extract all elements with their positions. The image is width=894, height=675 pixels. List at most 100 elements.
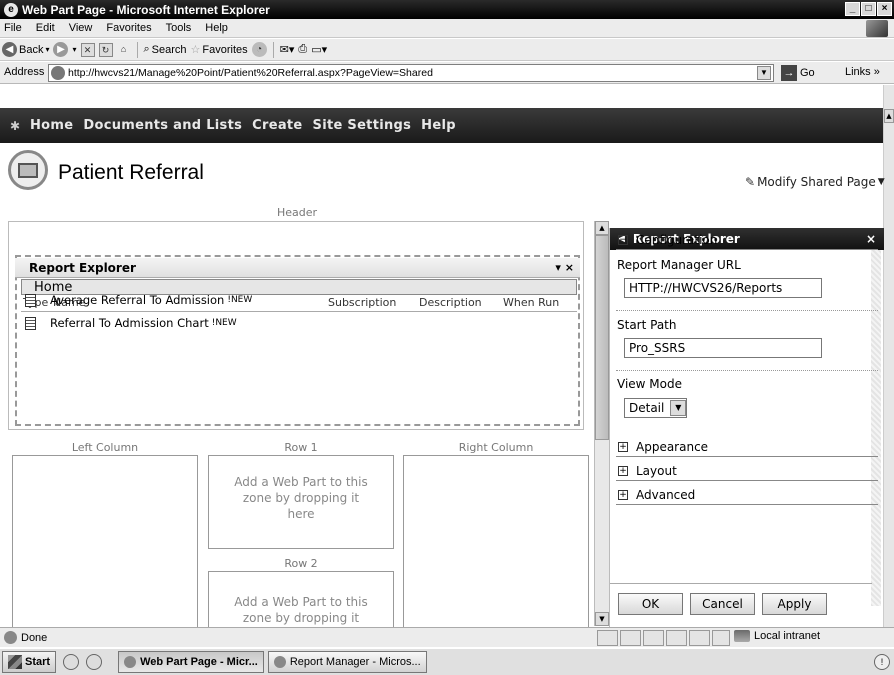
start-path-input[interactable]: Pro_SSRS <box>624 338 822 358</box>
menu-view[interactable]: View <box>69 22 93 34</box>
task-label: Report Manager - Micros... <box>289 656 421 668</box>
expand-icon[interactable]: + <box>618 441 628 452</box>
divider <box>616 310 878 311</box>
menu-edit[interactable]: Edit <box>36 22 55 34</box>
search-icon: ⌕ <box>143 43 150 55</box>
window-titlebar: e Web Part Page - Microsoft Internet Exp… <box>0 0 894 19</box>
toolbar-divider <box>136 41 138 58</box>
mail-icon[interactable]: ✉▾ <box>280 43 295 56</box>
nav-home[interactable]: Home <box>30 118 73 133</box>
go-button[interactable]: → Go <box>781 65 815 81</box>
print-icon[interactable]: ⎙ <box>298 43 307 56</box>
status-cell <box>666 630 687 646</box>
apply-button[interactable]: Apply <box>762 592 827 615</box>
quick-launch-ie-icon[interactable] <box>86 654 103 670</box>
page-done-icon <box>4 631 17 644</box>
advanced-section[interactable]: + Advanced <box>616 485 878 505</box>
address-input[interactable]: http://hwcvs21/Manage%20Point/Patient%20… <box>48 64 774 82</box>
minimize-button[interactable]: _ <box>845 2 860 16</box>
collapse-icon[interactable]: − <box>618 234 628 245</box>
ie-icon <box>273 656 286 668</box>
address-bar: Address http://hwcvs21/Manage%20Point/Pa… <box>0 62 894 84</box>
browser-toolbar: ◀ Back ▾ ▶ ▾ ✕ ↻ ⌂ ⌕ Search ☆ Favorites … <box>0 39 894 61</box>
scrollbar-thumb[interactable] <box>595 235 609 440</box>
layout-section[interactable]: + Layout <box>616 461 878 481</box>
left-column-label: Left Column <box>71 441 139 454</box>
address-url[interactable]: http://hwcvs21/Manage%20Point/Patient%20… <box>68 67 433 79</box>
task-web-part-page[interactable]: Web Part Page - Micr... <box>118 651 264 673</box>
close-button[interactable]: × <box>877 2 892 16</box>
back-dropdown-icon[interactable]: ▾ <box>45 45 49 54</box>
nav-create[interactable]: Create <box>252 118 302 133</box>
menu-file[interactable]: File <box>4 22 22 34</box>
scroll-up-icon[interactable]: ▲ <box>884 109 894 123</box>
report-manager-url-input[interactable]: HTTP://HWCVS26/Reports <box>624 278 822 298</box>
cancel-button[interactable]: Cancel <box>690 592 755 615</box>
scroll-down-icon[interactable]: ▼ <box>595 612 609 626</box>
content-scrollbar[interactable]: ▲ ▼ <box>594 221 609 626</box>
modify-page-icon: ✎ <box>745 175 756 189</box>
expand-icon[interactable]: + <box>618 489 628 500</box>
task-report-manager[interactable]: Report Manager - Micros... <box>267 651 427 673</box>
header-zone-label: Header <box>276 206 318 219</box>
row1-zone: Add a Web Part to this zone by dropping … <box>208 455 394 549</box>
ok-button[interactable]: OK <box>618 592 683 615</box>
nav-site-settings[interactable]: Site Settings <box>313 118 412 133</box>
web-part-title-bar[interactable]: Report Explorer ▾ × <box>15 258 580 278</box>
go-arrow-icon: → <box>781 65 797 81</box>
search-button[interactable]: ⌕ Search <box>144 43 187 56</box>
task-label: Web Part Page - Micr... <box>140 656 258 668</box>
page-scrollbar[interactable]: ▲ <box>883 85 894 627</box>
back-button[interactable]: ◀ Back ▾ <box>2 42 49 57</box>
expand-icon[interactable]: + <box>618 465 628 476</box>
quick-launch-media-icon[interactable] <box>63 654 80 670</box>
security-zone: Local intranet <box>734 630 820 642</box>
favorites-button[interactable]: ☆ Favorites <box>191 43 248 57</box>
report-name-link[interactable]: Referral To Admission Chart <box>50 316 209 330</box>
modify-shared-page-link[interactable]: ✎ Modify Shared Page ▼ <box>745 175 885 189</box>
address-dropdown-icon[interactable]: ▼ <box>757 66 771 80</box>
tool-pane: ◀ Report Explorer × − Configuration Repo… <box>609 228 884 627</box>
table-row[interactable]: Referral To Admission Chart !NEW <box>21 314 577 332</box>
nav-help[interactable]: Help <box>421 118 456 133</box>
windows-logo-icon <box>866 20 888 37</box>
report-name-link[interactable]: Average Referral To Admission <box>50 293 224 307</box>
search-label: Search <box>151 43 187 56</box>
report-icon <box>25 293 36 307</box>
menu-help[interactable]: Help <box>205 22 228 34</box>
web-part-menu-close-icon[interactable]: ▾ × <box>555 258 574 278</box>
links-button[interactable]: Links » <box>845 66 880 78</box>
scroll-up-icon[interactable]: ▲ <box>595 221 609 235</box>
tray-shield-icon[interactable]: ! <box>874 654 890 670</box>
status-cell <box>620 630 641 646</box>
view-mode-select[interactable]: Detail ▼ <box>624 398 688 418</box>
toolbar-divider <box>272 41 274 58</box>
view-mode-label: View Mode <box>617 377 682 391</box>
maximize-button[interactable]: □ <box>861 2 876 16</box>
table-row[interactable]: Average Referral To Admission !NEW <box>21 291 577 309</box>
right-column-zone <box>403 455 589 627</box>
back-label: Back <box>19 43 44 56</box>
row1-label: Row 1 <box>284 441 318 454</box>
start-button[interactable]: Start <box>2 651 57 673</box>
history-icon[interactable]: ◔ <box>251 42 267 57</box>
home-icon[interactable]: ⌂ <box>117 43 131 57</box>
status-bar: Done Local intranet <box>0 627 894 647</box>
forward-button[interactable]: ▶ <box>53 42 69 57</box>
chevron-down-icon[interactable]: ▼ <box>670 400 687 416</box>
layout-label: Layout <box>636 463 677 478</box>
edit-icon[interactable]: ▭▾ <box>311 43 327 56</box>
ie-icon <box>124 656 137 668</box>
appearance-section[interactable]: + Appearance <box>616 437 878 457</box>
nav-documents-and-lists[interactable]: Documents and Lists <box>83 118 242 133</box>
menu-tools[interactable]: Tools <box>166 22 192 34</box>
menu-favorites[interactable]: Favorites <box>106 22 151 34</box>
stop-icon[interactable]: ✕ <box>80 42 95 57</box>
start-label: Start <box>25 656 51 668</box>
view-mode-value: Detail <box>629 401 665 415</box>
favorites-label: Favorites <box>202 43 248 56</box>
forward-dropdown-icon[interactable]: ▾ <box>72 45 76 54</box>
configuration-section[interactable]: − Configuration <box>616 230 878 250</box>
site-nav-bar: ✱ Home Documents and Lists Create Site S… <box>0 108 883 143</box>
refresh-icon[interactable]: ↻ <box>98 42 113 57</box>
